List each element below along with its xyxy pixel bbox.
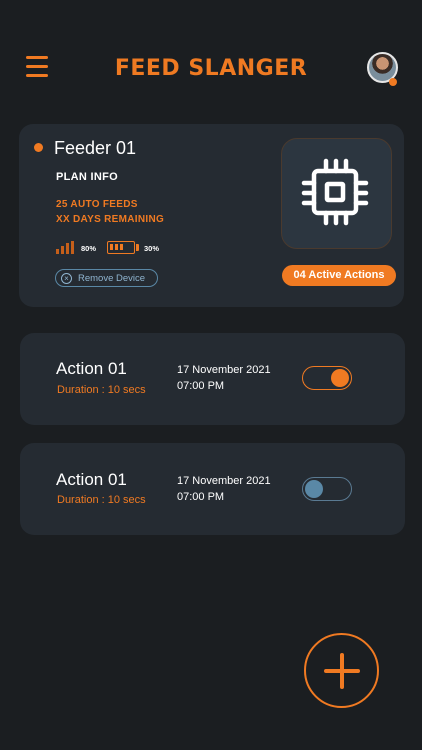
action-time: 07:00 PM bbox=[177, 380, 225, 392]
device-chip-box[interactable] bbox=[281, 138, 392, 249]
battery-icon bbox=[107, 241, 135, 254]
battery-percent: 30% bbox=[144, 244, 160, 253]
feeder-name: Feeder 01 bbox=[54, 138, 137, 158]
action-duration: Duration : 10 secs bbox=[57, 494, 146, 506]
close-circle-icon: × bbox=[61, 272, 72, 284]
notification-dot bbox=[389, 78, 397, 86]
days-remaining: XX DAYS REMAINING bbox=[56, 214, 165, 225]
toggle-knob bbox=[331, 368, 349, 387]
toggle-knob bbox=[305, 479, 323, 498]
action-title: Action 01 bbox=[56, 359, 127, 378]
active-actions-badge[interactable]: 04 Active Actions bbox=[282, 265, 396, 286]
action-date: 17 November 2021 bbox=[177, 475, 271, 487]
action-toggle[interactable] bbox=[302, 366, 352, 390]
action-toggle[interactable] bbox=[302, 477, 352, 501]
plan-info-label: PLAN INFO bbox=[56, 171, 118, 183]
add-action-button[interactable] bbox=[304, 633, 379, 708]
cpu-chip-icon bbox=[301, 158, 369, 226]
action-title: Action 01 bbox=[56, 470, 127, 489]
action-duration: Duration : 10 secs bbox=[57, 384, 146, 396]
action-time: 07:00 PM bbox=[177, 491, 225, 503]
remove-device-button[interactable]: × Remove Device bbox=[55, 269, 158, 287]
signal-icon bbox=[56, 241, 76, 254]
status-dot bbox=[34, 143, 43, 152]
signal-percent: 80% bbox=[81, 244, 97, 253]
action-date: 17 November 2021 bbox=[177, 364, 271, 376]
app-title: FEED SLANGER bbox=[114, 56, 308, 81]
auto-feeds: 25 AUTO FEEDS bbox=[56, 199, 138, 210]
